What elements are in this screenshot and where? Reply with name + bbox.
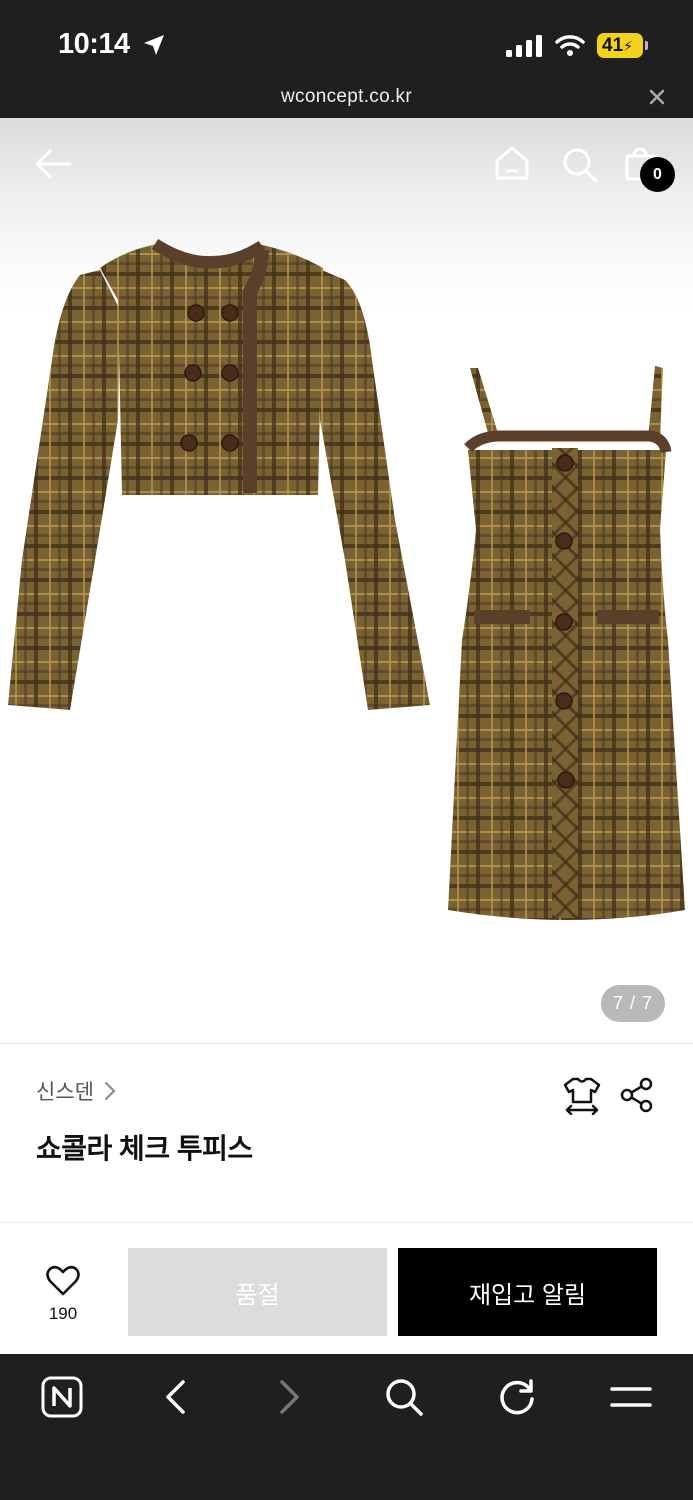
menu-icon[interactable] bbox=[610, 1384, 652, 1410]
wifi-icon bbox=[555, 35, 585, 56]
dress-illustration bbox=[448, 366, 685, 920]
search-icon[interactable] bbox=[561, 146, 599, 184]
address-bar-url[interactable]: wconcept.co.kr bbox=[0, 86, 693, 108]
cart-count-badge[interactable]: 0 bbox=[640, 157, 675, 192]
charging-bolt-icon: ⚡ bbox=[623, 38, 633, 54]
close-icon[interactable] bbox=[648, 88, 666, 106]
size-guide-icon[interactable] bbox=[563, 1075, 601, 1115]
search-icon[interactable] bbox=[384, 1377, 424, 1417]
battery-indicator: 41⚡ bbox=[597, 33, 648, 58]
battery-level: 41 bbox=[602, 35, 624, 56]
product-image-gallery[interactable] bbox=[0, 118, 693, 1044]
chevron-right-icon bbox=[104, 1082, 116, 1100]
soldout-button[interactable]: 품절 bbox=[128, 1248, 387, 1336]
back-arrow-icon[interactable] bbox=[34, 148, 72, 180]
brand-name: 신스덴 bbox=[36, 1081, 94, 1104]
restock-alert-button[interactable]: 재입고 알림 bbox=[398, 1248, 657, 1336]
divider bbox=[0, 1222, 693, 1223]
home-icon[interactable] bbox=[493, 145, 531, 181]
like-count: 190 bbox=[48, 1304, 78, 1323]
signal-icon bbox=[506, 35, 542, 57]
image-page-indicator: 7 / 7 bbox=[601, 985, 665, 1022]
chevron-left-icon[interactable] bbox=[163, 1379, 187, 1415]
product-title: 쇼콜라 체크 투피스 bbox=[36, 1133, 253, 1164]
jacket-illustration bbox=[8, 238, 430, 710]
naver-icon[interactable] bbox=[41, 1376, 83, 1418]
browser-toolbar bbox=[0, 1354, 693, 1500]
location-arrow-icon bbox=[144, 35, 164, 55]
brand-link[interactable]: 신스덴 bbox=[36, 1076, 116, 1106]
heart-icon[interactable] bbox=[46, 1265, 80, 1297]
share-icon[interactable] bbox=[619, 1077, 655, 1113]
status-time: 10:14 bbox=[58, 28, 130, 60]
battery-nub bbox=[645, 41, 648, 50]
refresh-icon[interactable] bbox=[497, 1377, 537, 1417]
product-image bbox=[8, 238, 685, 920]
divider bbox=[0, 1043, 693, 1044]
status-bar: 10:14 41⚡ wconcept.co.kr bbox=[0, 0, 693, 118]
chevron-right-icon bbox=[280, 1380, 299, 1414]
